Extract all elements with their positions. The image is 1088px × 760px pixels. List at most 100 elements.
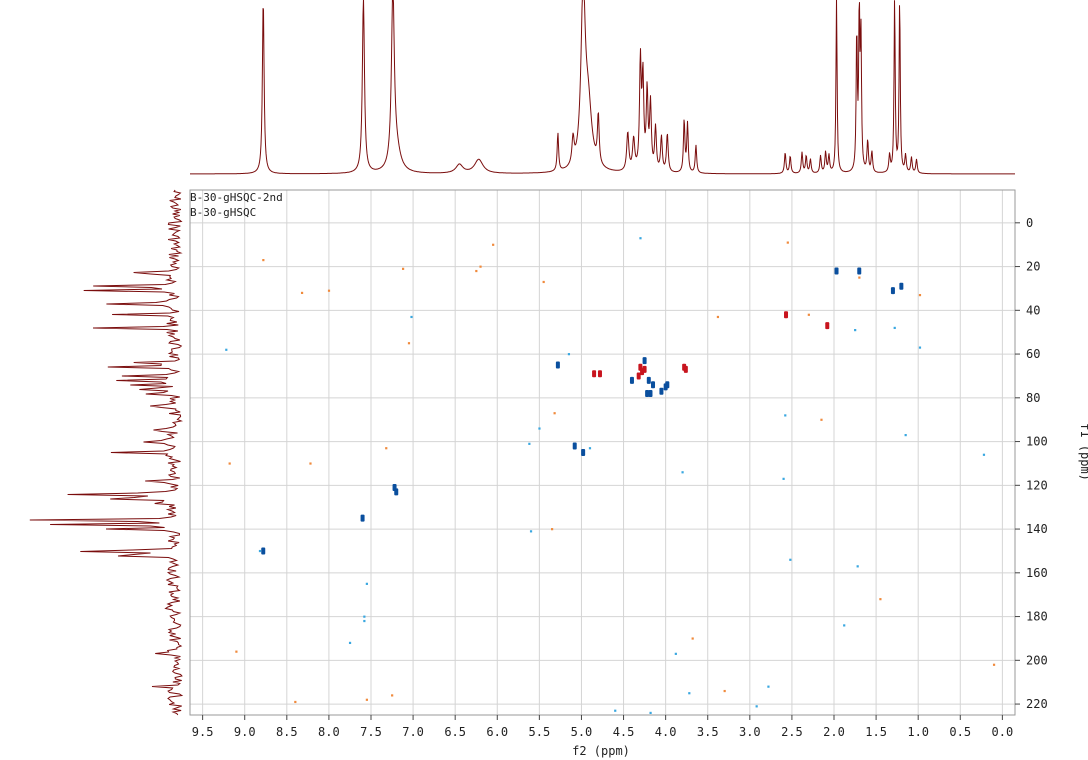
- x-tick-label: 1.0: [907, 725, 929, 739]
- crosspeak: [659, 387, 664, 395]
- x-tick-label: 0.5: [949, 725, 971, 739]
- x-tick-label: 3.0: [739, 725, 761, 739]
- crosspeak: [592, 370, 597, 378]
- y-tick-label: 60: [1026, 347, 1040, 361]
- grid-lines: [190, 190, 1015, 715]
- weak-crosspeak: [755, 705, 758, 708]
- weak-crosspeak: [401, 267, 405, 270]
- y-tick-label: 120: [1026, 478, 1048, 492]
- x-tick-label: 7.5: [360, 725, 382, 739]
- weak-crosspeak: [992, 663, 996, 666]
- crosspeak: [581, 449, 586, 456]
- x-tick-label: 9.5: [192, 725, 214, 739]
- weak-crosspeak: [365, 698, 368, 701]
- weak-crosspeak: [716, 315, 720, 319]
- crosspeak: [651, 381, 656, 389]
- weak-crosspeak: [820, 418, 823, 421]
- weak-crosspeak: [767, 685, 770, 688]
- weak-crosspeak: [528, 442, 531, 445]
- crosspeak: [261, 547, 266, 555]
- x-tick-label: 6.5: [444, 725, 466, 739]
- crosspeak: [392, 484, 397, 491]
- crosspeak: [857, 267, 862, 275]
- x-tick-label: 8.5: [276, 725, 298, 739]
- crosspeak: [683, 365, 688, 373]
- x-axis-title: f2 (ppm): [572, 744, 630, 758]
- crosspeak: [629, 376, 634, 384]
- weak-crosspeak: [550, 528, 554, 531]
- weak-crosspeak: [294, 700, 297, 704]
- weak-crosspeak: [982, 453, 986, 456]
- y-axis-ticks: 0 20 40 60 80 100 120 140 160 180 200 220: [1015, 216, 1048, 711]
- f1-projection-spectrum: [29, 189, 184, 716]
- y-tick-label: 180: [1026, 610, 1048, 624]
- weak-crosspeak: [225, 348, 228, 351]
- x-tick-label: 0.0: [992, 725, 1014, 739]
- crosspeak: [665, 381, 670, 389]
- y-tick-label: 160: [1026, 566, 1048, 580]
- weak-crosspeak: [639, 237, 642, 240]
- weak-crosspeak: [309, 462, 312, 465]
- weak-crosspeak: [300, 291, 304, 295]
- weak-crosspeak: [410, 315, 413, 319]
- x-tick-label: 3.5: [697, 725, 719, 739]
- crosspeak: [642, 357, 647, 365]
- weak-crosspeak: [363, 615, 366, 618]
- weak-crosspeak: [228, 462, 231, 465]
- crosspeak: [642, 365, 647, 373]
- weak-crosspeak: [918, 346, 922, 349]
- crosspeak: [834, 267, 839, 275]
- weak-crosspeak: [475, 269, 478, 273]
- weak-crosspeak: [588, 447, 592, 450]
- x-tick-label: 2.5: [781, 725, 803, 739]
- weak-crosspeak: [542, 280, 545, 284]
- crosspeak: [597, 370, 602, 378]
- weak-crosspeak: [363, 619, 366, 623]
- weak-crosspeak: [567, 353, 571, 356]
- f2-projection-spectrum: [190, 0, 1015, 175]
- weak-crosspeak: [479, 265, 482, 268]
- weak-crosspeak: [856, 565, 859, 568]
- x-tick-label: 5.5: [529, 725, 551, 739]
- weak-crosspeak: [681, 471, 684, 474]
- x-tick-label: 8.0: [318, 725, 340, 739]
- hsqc-spectrum-chart: 9.5 9.0 8.5 8.0 7.5 7.0 6.5 6.0 5.5 5.0 4.5 4.0 3.5 3…: [29, 0, 1088, 758]
- y-tick-label: 220: [1026, 697, 1048, 711]
- x-tick-label: 4.0: [655, 725, 677, 739]
- weak-crosspeak: [614, 709, 617, 712]
- weak-crosspeak: [784, 414, 787, 417]
- weak-crosspeak: [258, 549, 262, 553]
- crosspeak: [645, 389, 650, 397]
- weak-crosspeak: [807, 313, 810, 316]
- x-tick-label: 6.0: [486, 725, 508, 739]
- weak-crosspeak: [674, 652, 677, 655]
- weak-crosspeak: [843, 624, 846, 627]
- y-tick-label: 80: [1026, 391, 1040, 405]
- crosspeak: [825, 322, 830, 330]
- weak-crosspeak: [529, 530, 533, 533]
- crosspeak: [890, 287, 895, 295]
- y-tick-label: 200: [1026, 653, 1048, 667]
- weak-crosspeak: [789, 558, 792, 561]
- weak-crosspeak: [782, 477, 785, 480]
- weak-crosspeak: [492, 243, 495, 246]
- weak-crosspeak: [918, 294, 922, 297]
- weak-crosspeak: [688, 692, 691, 695]
- weak-crosspeak: [691, 637, 694, 640]
- legend-entry-1: B-30-gHSQC-2nd: [190, 191, 283, 204]
- weak-crosspeak: [879, 598, 882, 601]
- crosspeak: [784, 311, 789, 319]
- weak-crosspeak: [348, 641, 352, 645]
- weak-crosspeak: [786, 241, 789, 244]
- weak-crosspeak: [723, 689, 726, 693]
- weak-crosspeak: [365, 582, 368, 585]
- y-tick-label: 20: [1026, 260, 1040, 274]
- weak-crosspeak: [391, 694, 394, 697]
- x-axis-ticks: 9.5 9.0 8.5 8.0 7.5 7.0 6.5 6.0 5.5 5.0 4.5 4.0 3.5 3…: [192, 715, 1013, 739]
- crosspeak: [572, 442, 577, 450]
- y-axis-title: f1 (ppm): [1078, 423, 1088, 481]
- weak-crosspeak: [327, 289, 331, 292]
- x-tick-label: 5.0: [571, 725, 593, 739]
- crosspeak: [636, 372, 641, 380]
- weak-crosspeak: [904, 434, 907, 437]
